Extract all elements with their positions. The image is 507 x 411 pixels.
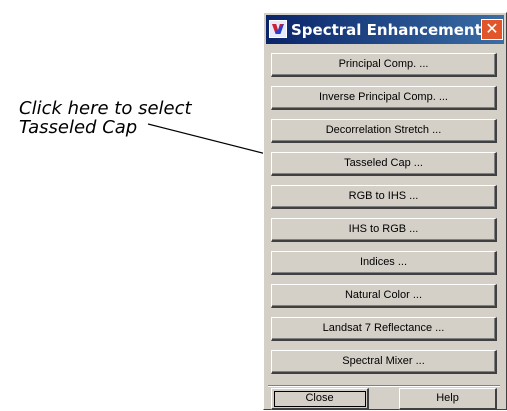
natural-color-button[interactable]: Natural Color ... <box>271 284 497 308</box>
close-button[interactable]: Close <box>271 388 369 410</box>
annotation-callout: Click here to select Tasseled Cap <box>19 99 259 137</box>
enhancement-button-list: Principal Comp. ... Inverse Principal Co… <box>271 53 497 383</box>
title-bar[interactable]: Spectral Enhancement ✕ <box>266 15 504 44</box>
callout-line-2: Tasseled Cap <box>19 117 138 138</box>
principal-comp-button[interactable]: Principal Comp. ... <box>271 53 497 77</box>
ihs-to-rgb-button[interactable]: IHS to RGB ... <box>271 218 497 242</box>
decorrelation-stretch-button[interactable]: Decorrelation Stretch ... <box>271 119 497 143</box>
close-icon[interactable]: ✕ <box>481 19 503 40</box>
spectral-mixer-button[interactable]: Spectral Mixer ... <box>271 350 497 374</box>
footer-divider <box>268 385 500 387</box>
rgb-to-ihs-button[interactable]: RGB to IHS ... <box>271 185 497 209</box>
inverse-principal-comp-button[interactable]: Inverse Principal Comp. ... <box>271 86 497 110</box>
indices-button[interactable]: Indices ... <box>271 251 497 275</box>
landsat-7-reflectance-button[interactable]: Landsat 7 Reflectance ... <box>271 317 497 341</box>
spectral-enhancement-dialog: Spectral Enhancement ✕ Principal Comp. .… <box>263 12 507 410</box>
window-title: Spectral Enhancement <box>291 21 482 39</box>
callout-line-1: Click here to select <box>19 98 192 119</box>
dialog-footer: Close Help <box>271 388 497 410</box>
tasseled-cap-button[interactable]: Tasseled Cap ... <box>271 152 497 176</box>
help-button[interactable]: Help <box>399 388 497 410</box>
erdas-icon <box>269 20 287 38</box>
